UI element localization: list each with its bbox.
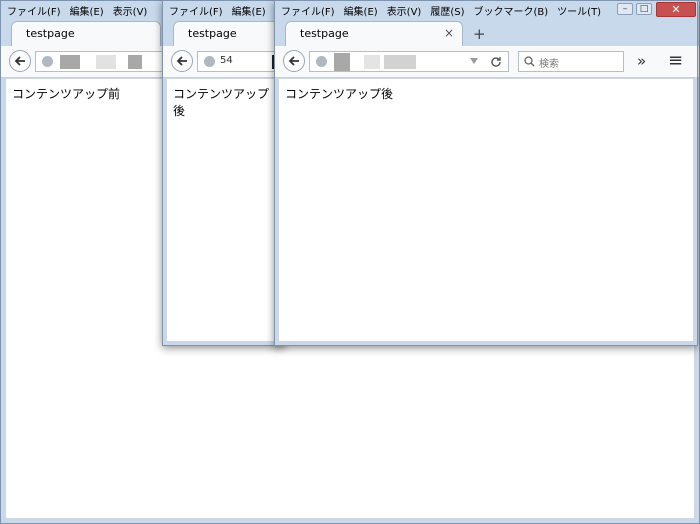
search-icon — [524, 56, 535, 67]
arrow-left-icon — [14, 56, 25, 66]
menu-file[interactable]: ファイル(F) — [169, 3, 223, 18]
menu-edit[interactable]: 編集(E) — [344, 3, 378, 18]
search-box[interactable]: 検索 — [518, 51, 624, 72]
tab-title: testpage — [300, 27, 349, 40]
tab-title: testpage — [188, 27, 237, 40]
menu-history[interactable]: 履歴(S) — [430, 3, 464, 18]
url-bar[interactable] — [309, 51, 509, 72]
menu-edit[interactable]: 編集(E) — [70, 3, 104, 18]
dropdown-arrow-icon[interactable] — [470, 58, 478, 64]
redacted-url — [96, 55, 116, 69]
browser-window-front: ファイル(F) 編集(E) 表示(V) 履歴(S) ブックマーク(B) ツール(… — [274, 0, 698, 346]
menu-tools[interactable]: ツール(T) — [557, 3, 601, 18]
url-bar[interactable]: 54 — [197, 51, 283, 72]
globe-icon — [204, 56, 215, 67]
content-text: コンテンツアップ後 — [285, 87, 394, 101]
content-text: コンテンツアップ前 — [12, 87, 121, 101]
redacted-url — [128, 55, 142, 69]
nav-bar: 検索 » ≡ — [275, 46, 697, 78]
redacted-url — [334, 53, 350, 71]
redacted-url — [364, 55, 380, 69]
search-placeholder: 検索 — [539, 59, 559, 70]
menu-bar: ファイル(F) 編集(E) — [163, 1, 283, 19]
menu-edit[interactable]: 編集(E) — [232, 3, 266, 18]
tab-testpage[interactable]: testpage — [173, 21, 283, 46]
overflow-chevron-icon[interactable]: » — [637, 52, 646, 70]
back-button[interactable] — [9, 50, 31, 72]
minimize-button[interactable]: – — [617, 3, 633, 15]
tab-title: testpage — [26, 27, 75, 40]
page-content: コンテンツアップ後 — [278, 78, 694, 342]
close-window-button[interactable]: ✕ — [656, 2, 696, 17]
page-content: コンテンツアップ後 — [166, 78, 280, 342]
tab-testpage[interactable]: testpage × — [285, 21, 463, 46]
menu-file[interactable]: ファイル(F) — [7, 3, 61, 18]
maximize-button[interactable]: □ — [636, 3, 652, 15]
nav-bar: 54 — [163, 46, 283, 78]
globe-icon — [42, 56, 53, 67]
hamburger-menu-icon[interactable]: ≡ — [668, 50, 683, 71]
tab-close-icon[interactable]: × — [444, 22, 454, 45]
url-text: 54 — [220, 55, 233, 66]
menu-file[interactable]: ファイル(F) — [281, 3, 335, 18]
tab-strip: testpage × + — [275, 19, 697, 46]
arrow-left-icon — [176, 56, 187, 66]
back-button[interactable] — [171, 50, 193, 72]
arrow-left-icon — [288, 56, 299, 66]
reload-icon[interactable] — [490, 56, 502, 68]
content-text: コンテンツアップ後 — [173, 87, 270, 118]
tab-strip: testpage — [163, 19, 283, 46]
menu-view[interactable]: 表示(V) — [113, 3, 148, 18]
menu-view[interactable]: 表示(V) — [387, 3, 422, 18]
globe-icon — [316, 56, 327, 67]
menu-bookmarks[interactable]: ブックマーク(B) — [474, 3, 549, 18]
tab-testpage[interactable]: testpage — [11, 21, 161, 46]
back-button[interactable] — [283, 50, 305, 72]
new-tab-button[interactable]: + — [473, 25, 486, 43]
redacted-url — [384, 55, 416, 69]
redacted-url — [60, 55, 80, 69]
menu-bar: ファイル(F) 編集(E) 表示(V) 履歴(S) ブックマーク(B) ツール(… — [275, 1, 697, 19]
url-bar[interactable] — [35, 51, 175, 72]
browser-window-middle: ファイル(F) 編集(E) testpage 54 コンテンツアップ後 — [162, 0, 284, 346]
